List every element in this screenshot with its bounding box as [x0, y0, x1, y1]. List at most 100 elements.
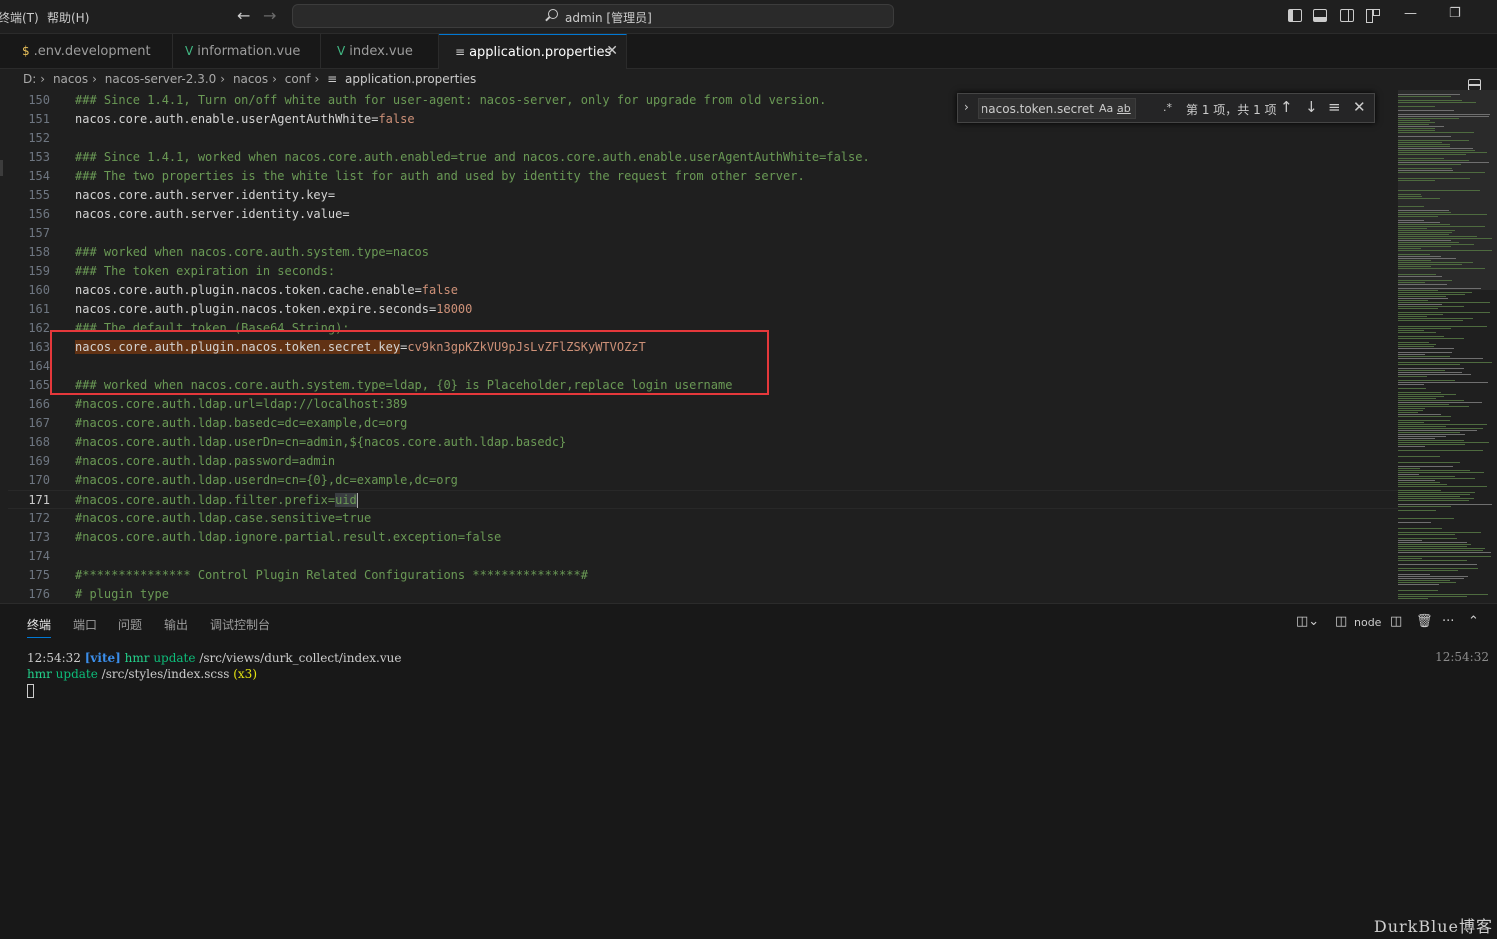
- trash-icon[interactable]: 🗑: [1416, 614, 1433, 629]
- chevron-right-icon: ›: [272, 72, 277, 86]
- breadcrumb-item[interactable]: application.properties: [345, 72, 476, 86]
- terminal-instance-icon[interactable]: ◫: [1335, 614, 1347, 629]
- code-line: 154 ### The two properties is the white l…: [8, 167, 1398, 186]
- line-number: 152: [28, 131, 50, 145]
- line-number: 160: [28, 283, 50, 297]
- tab-terminal[interactable]: 终端: [27, 616, 52, 638]
- tab-ports[interactable]: 端口: [73, 616, 97, 633]
- breadcrumb-item[interactable]: conf: [285, 72, 311, 86]
- match-case-icon[interactable]: Aa: [1099, 102, 1113, 115]
- tab-index-vue[interactable]: Vindex.vue: [321, 34, 439, 69]
- customize-layout-icon[interactable]: [1366, 9, 1380, 23]
- minimap-stroke: [1398, 446, 1425, 447]
- minimap-stroke: [1398, 568, 1478, 569]
- use-regex-icon[interactable]: .*: [1163, 101, 1172, 114]
- minimap-stroke: [1398, 510, 1436, 511]
- minimap-stroke: [1398, 234, 1449, 235]
- comment-text: #nacos.core.auth.ldap.userDn=cn=admin,${…: [75, 435, 567, 449]
- minimap-stroke: [1398, 380, 1455, 381]
- minimap-stroke: [1398, 226, 1485, 227]
- minimap-stroke: [1398, 462, 1460, 463]
- minimize-icon[interactable]: —: [1404, 6, 1417, 21]
- terminal-instance-label[interactable]: node: [1354, 616, 1381, 629]
- tab-problems[interactable]: 问题: [118, 616, 142, 633]
- tab-application-properties[interactable]: ≡ application.properties ✕: [439, 34, 627, 69]
- minimap-stroke: [1398, 442, 1489, 443]
- minimap-stroke: [1398, 94, 1460, 95]
- minimap-stroke: [1398, 212, 1451, 213]
- tab-env-development[interactable]: $ .env.development: [8, 34, 173, 69]
- terminal-time: 12:54:32: [27, 651, 81, 665]
- breadcrumb-item[interactable]: nacos: [53, 72, 88, 86]
- minimap-stroke: [1398, 548, 1485, 549]
- minimap-stroke: [1398, 222, 1440, 223]
- toggle-panel-icon[interactable]: [1313, 9, 1327, 22]
- tab-information-vue[interactable]: Vinformation.vue: [173, 34, 321, 69]
- forward-arrow-icon[interactable]: →: [263, 6, 276, 25]
- minimap-stroke: [1398, 552, 1491, 553]
- minimap-stroke: [1398, 582, 1456, 583]
- maximize-panel-icon[interactable]: ⌃: [1468, 614, 1479, 629]
- minimap-stroke: [1398, 482, 1440, 483]
- minimap-stroke: [1398, 296, 1446, 297]
- minimap-stroke: [1398, 224, 1450, 225]
- minimap-stroke: [1398, 114, 1490, 115]
- minimap-stroke: [1398, 478, 1475, 479]
- line-content: #nacos.core.auth.ldap.userDn=cn=admin,${…: [75, 433, 566, 452]
- minimap-stroke: [1398, 260, 1431, 261]
- more-actions-icon[interactable]: ···: [1442, 614, 1454, 629]
- toggle-primary-sidebar-icon[interactable]: [1288, 9, 1302, 22]
- minimap-stroke: [1398, 196, 1422, 197]
- minimap-stroke: [1398, 130, 1435, 131]
- minimap-stroke: [1398, 398, 1436, 399]
- minimap-stroke: [1398, 158, 1444, 159]
- minimap-stroke: [1398, 96, 1451, 97]
- toggle-secondary-sidebar-icon[interactable]: [1340, 9, 1354, 22]
- minimap-stroke: [1398, 246, 1451, 247]
- minimap-stroke: [1398, 120, 1430, 121]
- breadcrumb-item[interactable]: nacos: [233, 72, 268, 86]
- minimap-stroke: [1398, 594, 1488, 595]
- minimap-stroke: [1398, 210, 1449, 211]
- line-content: #nacos.core.auth.ldap.basedc=dc=example,…: [75, 414, 407, 433]
- minimap-stroke: [1398, 522, 1431, 523]
- new-terminal-split-icon[interactable]: ◫⌄: [1296, 614, 1319, 629]
- toggle-replace-chevron-icon[interactable]: ›: [964, 100, 969, 114]
- comment-text: #nacos.core.auth.ldap.url=ldap://localho…: [75, 397, 408, 411]
- minimap-stroke: [1398, 484, 1447, 485]
- line-content: #nacos.core.auth.ldap.password=admin: [75, 452, 335, 471]
- find-in-selection-icon[interactable]: ≡: [1328, 98, 1341, 116]
- close-icon[interactable]: ✕: [606, 43, 618, 59]
- breadcrumb-item[interactable]: D:: [23, 72, 36, 86]
- minimap-stroke: [1398, 544, 1471, 545]
- minimap-stroke: [1398, 300, 1428, 301]
- breadcrumb-item[interactable]: nacos-server-2.3.0: [105, 72, 217, 86]
- next-match-icon[interactable]: ↓: [1305, 98, 1318, 116]
- menu-help[interactable]: 帮助(H): [47, 9, 89, 26]
- terminal-output[interactable]: 12:54:32 [vite] hmr update /src/views/du…: [27, 650, 401, 698]
- minimap-stroke: [1398, 160, 1469, 161]
- tab-output[interactable]: 输出: [164, 616, 188, 633]
- minimap-stroke: [1398, 290, 1438, 291]
- match-whole-word-icon[interactable]: ab: [1117, 102, 1131, 115]
- minimap-stroke: [1398, 598, 1428, 599]
- minimap-stroke: [1398, 492, 1475, 493]
- close-find-icon[interactable]: ✕: [1353, 98, 1366, 116]
- line-number: 159: [28, 264, 50, 278]
- minimap[interactable]: [1398, 90, 1497, 603]
- minimap-stroke: [1398, 236, 1477, 237]
- back-arrow-icon[interactable]: ←: [237, 6, 250, 25]
- split-terminal-icon[interactable]: ◫: [1390, 614, 1402, 629]
- menu-terminal[interactable]: 终端(T): [0, 9, 39, 26]
- minimap-stroke: [1398, 256, 1441, 257]
- restore-icon[interactable]: ❐: [1449, 6, 1461, 21]
- code-line: 152: [8, 129, 1398, 148]
- minimap-stroke: [1398, 344, 1436, 345]
- match-count: 第 1 项，共 1 项: [1186, 103, 1277, 117]
- minimap-stroke: [1398, 550, 1483, 551]
- previous-match-icon[interactable]: ↑: [1280, 98, 1293, 116]
- command-center[interactable]: admin [管理员]: [292, 4, 894, 28]
- line-content: #nacos.core.auth.ldap.filter.prefix=uid: [75, 491, 358, 510]
- find-input[interactable]: nacos.core.auth.plugin.nacos.token.secre…: [978, 98, 1136, 119]
- tab-debug-console[interactable]: 调试控制台: [210, 616, 270, 633]
